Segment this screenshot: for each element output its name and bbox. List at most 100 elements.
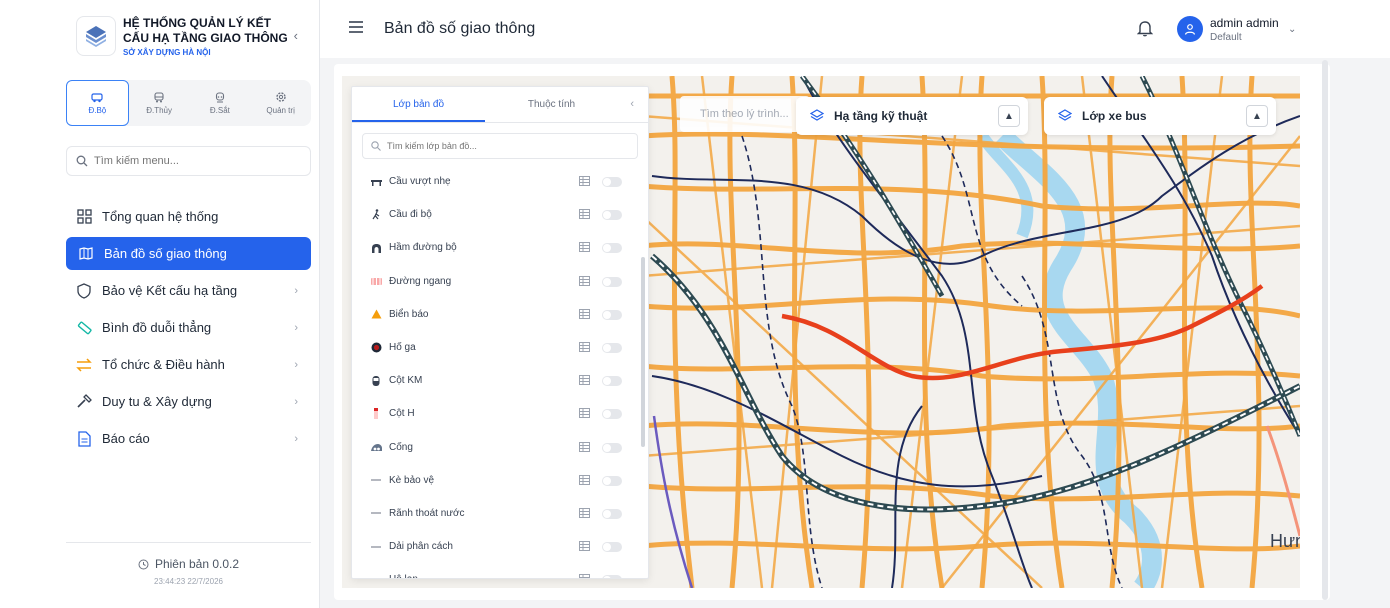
layer-row[interactable]: Hộ lan [352,563,642,579]
attribute-table-icon[interactable] [579,242,590,253]
menu-item-maintenance[interactable]: Duy tu & Xây dựng › [66,385,311,418]
layers-icon [1058,109,1072,123]
layer-visibility-toggle[interactable] [602,276,622,287]
layer-row[interactable]: Dải phân cách [352,530,642,563]
layer-visibility-toggle[interactable] [602,442,622,453]
menu-item-label: Bình đồ duỗi thẳng [102,320,212,335]
menu-item-label: Tổ chức & Điều hành [102,357,225,372]
hammer-icon [76,394,92,410]
chevron-down-icon[interactable]: ⌄ [1288,24,1296,35]
chevron-right-icon: › [294,321,298,334]
layer-row[interactable]: Rãnh thoát nước [352,497,642,530]
layer-label: Biển báo [389,308,429,320]
menu-item-straight-plan[interactable]: Bình đồ duỗi thẳng › [66,311,311,344]
layer-visibility-toggle[interactable] [602,177,622,187]
layer-list-scrollbar[interactable] [641,257,645,447]
layer-row[interactable]: Hầm đường bộ [352,231,642,264]
layer-visibility-toggle[interactable] [602,575,622,578]
line-icon [370,507,382,519]
report-icon [76,430,92,447]
layer-label: Cống [389,441,413,453]
attribute-table-icon[interactable] [579,474,590,485]
route-search-input[interactable]: Tìm theo lý trình... [680,96,810,132]
layer-label: Đường ngang [389,275,452,287]
sidebar: HỆ THỐNG QUẢN LÝ KẾT CẤU HẠ TẦNG GIAO TH… [0,0,320,608]
collapse-sidebar-icon[interactable]: ‹ [294,28,298,43]
layer-visibility-toggle[interactable] [602,409,622,420]
attribute-table-icon[interactable] [579,541,590,552]
menu-item-overview[interactable]: Tổng quan hệ thống [66,200,311,233]
tab-map-layers[interactable]: Lớp bản đồ [352,87,485,122]
menu-item-operation[interactable]: Tổ chức & Điều hành › [66,348,311,381]
attribute-table-icon[interactable] [579,275,590,286]
mode-tab-admin[interactable]: Quản trị [250,80,311,126]
chevron-up-icon[interactable]: ▲ [1246,105,1268,127]
dropdown-label: Lớp xe bus [1082,109,1147,123]
layer-row[interactable]: Cầu đi bộ [352,198,642,231]
tab-attributes[interactable]: Thuộc tính [485,87,618,122]
dashboard-icon [76,209,92,225]
layer-row[interactable]: Cầu vượt nhẹ [352,165,642,198]
search-icon [76,155,88,167]
page-scrollbar[interactable] [1322,60,1328,600]
layer-row[interactable]: Đường ngang [352,265,642,298]
menu-item-digital-map[interactable]: Bản đồ số giao thông [66,237,311,270]
hamburger-menu-icon[interactable] [349,21,363,33]
menu-item-report[interactable]: Báo cáo › [66,422,311,455]
layer-label: Rãnh thoát nước [389,507,465,519]
menu-search-input[interactable] [94,155,294,167]
attribute-table-icon[interactable] [579,341,590,352]
layer-visibility-toggle[interactable] [602,508,622,519]
swap-icon [76,357,92,373]
mode-tab-railway[interactable]: Đ.Sắt [190,80,251,126]
layer-row[interactable]: Cột H [352,397,642,430]
layer-search-input[interactable] [387,141,607,151]
attribute-table-icon[interactable] [579,375,590,386]
mode-tab-road[interactable]: Đ.Bộ [66,80,129,126]
gear-icon [275,92,286,102]
culvert-icon [370,441,382,453]
layer-label: Cột H [389,408,415,420]
chevron-right-icon: › [294,432,298,445]
dropdown-infrastructure[interactable]: Hạ tầng kỹ thuật ▲ [796,97,1028,135]
notification-bell-icon[interactable] [1137,19,1153,37]
layer-visibility-toggle[interactable] [602,342,622,353]
layer-visibility-toggle[interactable] [602,309,622,320]
layer-row[interactable]: Kè bảo vệ [352,464,642,497]
user-name[interactable]: admin admin [1210,16,1279,30]
collapse-panel-icon[interactable]: ‹ [630,98,634,110]
layer-panel-tabs: Lớp bản đồ Thuộc tính ‹ [352,87,648,123]
mode-tab-waterway[interactable]: Đ.Thủy [129,80,190,126]
attribute-table-icon[interactable] [579,507,590,518]
line-icon [370,541,382,553]
map-place-label: Hưng [1270,531,1300,551]
layer-row[interactable]: Cống [352,431,642,464]
attribute-table-icon[interactable] [579,209,590,220]
layer-visibility-toggle[interactable] [602,243,622,254]
brand-logo [76,16,116,56]
menu-item-protection[interactable]: Bảo vệ Kết cấu hạ tầng › [66,274,311,307]
tunnel-icon [370,242,382,254]
dropdown-bus-layer[interactable]: Lớp xe bus ▲ [1044,97,1276,135]
attribute-table-icon[interactable] [579,176,590,186]
attribute-table-icon[interactable] [579,574,590,579]
layer-visibility-toggle[interactable] [602,376,622,387]
layer-row[interactable]: Biển báo [352,298,642,331]
layer-search[interactable] [362,133,638,159]
menu-search[interactable] [66,146,311,176]
attribute-table-icon[interactable] [579,441,590,452]
layer-row[interactable]: Hố ga [352,331,642,364]
avatar[interactable] [1177,16,1203,42]
menu-item-label: Bảo vệ Kết cấu hạ tầng [102,283,238,298]
attribute-table-icon[interactable] [579,408,590,419]
layer-list: Cầu vượt nhẹ Cầu đi bộ Hầm đường bộ Đường n… [352,165,642,579]
layer-visibility-toggle[interactable] [602,475,622,486]
version-info: Phiên bản 0.0.2 23:44:23 22/7/2026 [66,542,311,586]
layer-visibility-toggle[interactable] [602,210,622,221]
layer-label: Cầu vượt nhẹ [389,176,451,188]
layer-row[interactable]: Cột KM [352,364,642,397]
layer-visibility-toggle[interactable] [602,542,622,553]
attribute-table-icon[interactable] [579,308,590,319]
chevron-up-icon[interactable]: ▲ [998,105,1020,127]
mode-label: Đ.Sắt [209,105,230,115]
